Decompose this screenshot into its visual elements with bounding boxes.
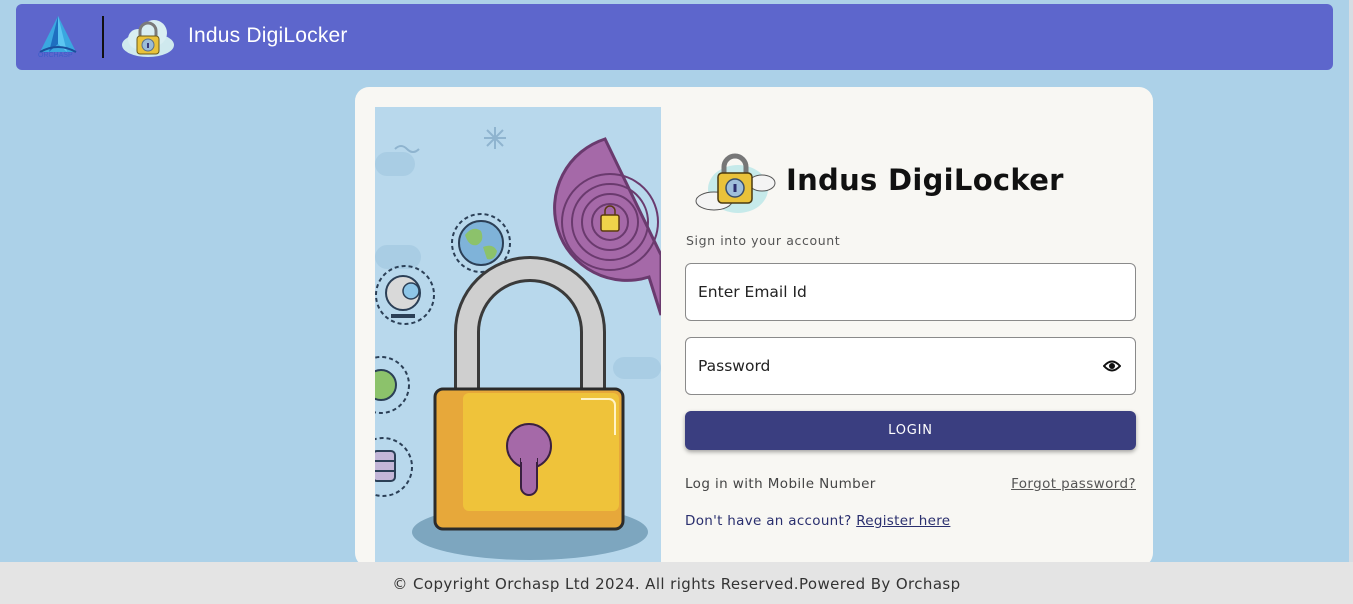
no-account-text: Don't have an account? <box>685 513 852 529</box>
login-button[interactable]: LOGIN <box>685 411 1136 450</box>
email-input[interactable] <box>686 264 1135 320</box>
cloud-lock-icon <box>695 153 776 213</box>
eye-icon[interactable] <box>1103 359 1121 373</box>
cloud-lock-icon <box>122 20 174 57</box>
password-input[interactable] <box>686 338 1135 394</box>
brand-title: Indus DigiLocker <box>786 163 1064 197</box>
register-link[interactable]: Register here <box>856 513 950 529</box>
password-field-wrapper <box>685 337 1136 395</box>
register-row: Don't have an account? Register here <box>685 513 950 529</box>
mobile-login-link[interactable]: Log in with Mobile Number <box>685 476 876 492</box>
header-divider <box>102 16 104 58</box>
footer: © Copyright Orchasp Ltd 2024. All rights… <box>0 562 1353 604</box>
email-field-wrapper <box>685 263 1136 321</box>
orchasp-logo-text: ORCHASP <box>38 52 73 59</box>
copyright-text: © Copyright Orchasp Ltd 2024. All rights… <box>392 575 961 593</box>
top-header-bar: ORCHASP Indus DigiLocker <box>16 4 1333 70</box>
scrollbar[interactable] <box>1349 0 1353 562</box>
header-title: Indus DigiLocker <box>188 24 348 47</box>
signin-label: Sign into your account <box>686 233 841 248</box>
padlock-illustration <box>375 107 661 567</box>
forgot-password-link[interactable]: Forgot password? <box>1011 476 1136 492</box>
security-illustration <box>375 107 661 567</box>
